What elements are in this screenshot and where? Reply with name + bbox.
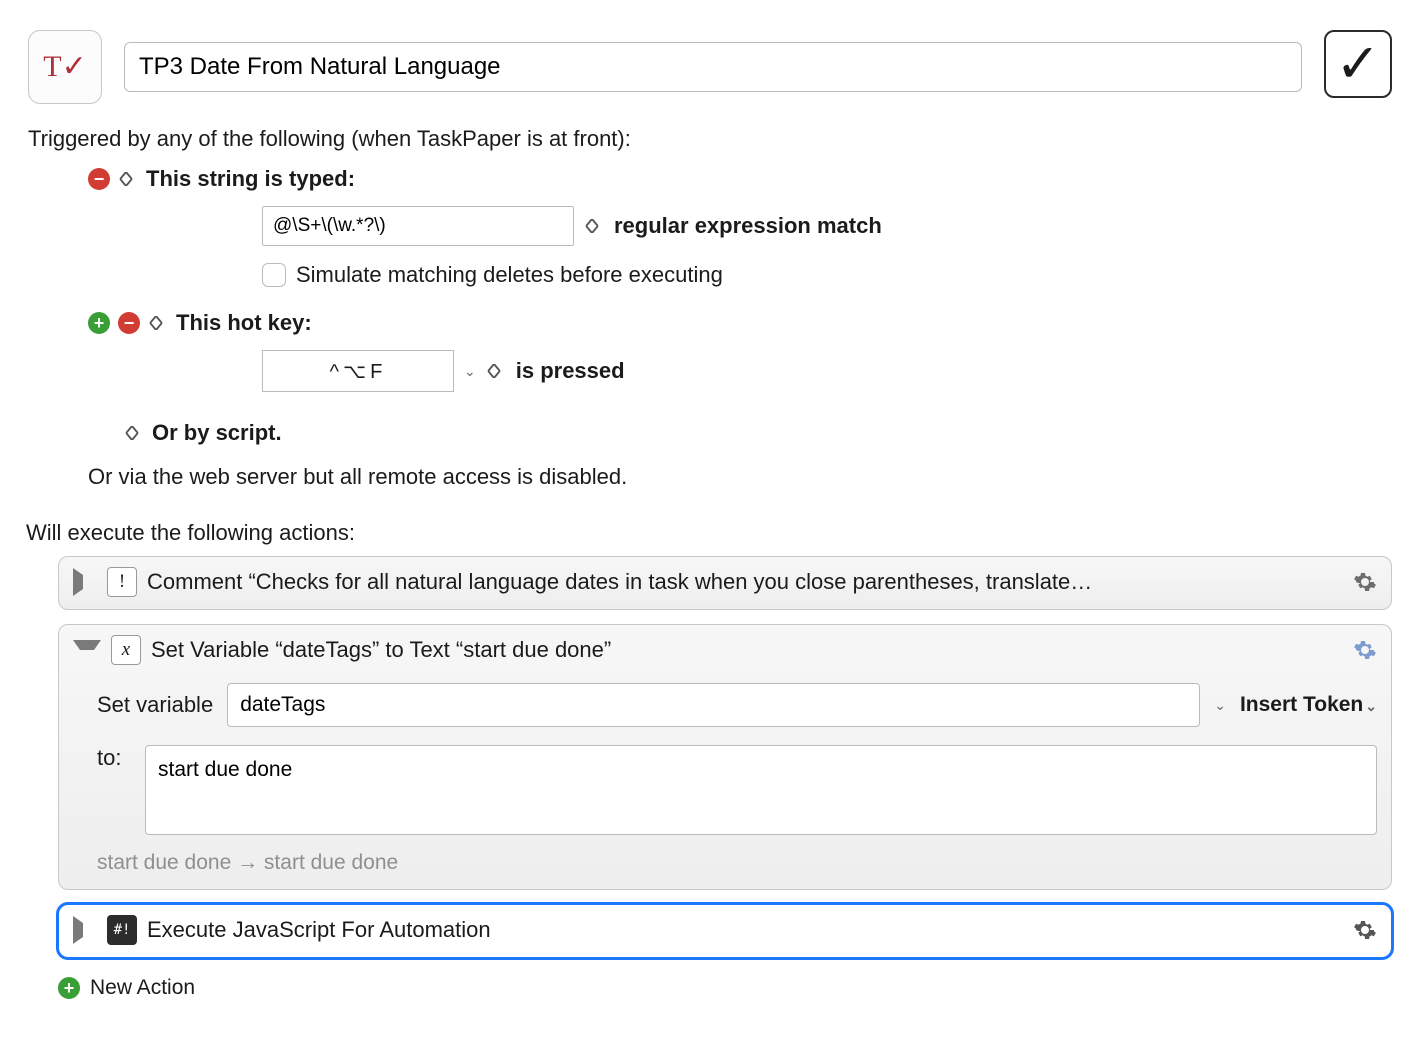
new-action-label: New Action — [90, 976, 195, 1000]
app-icon-glyph: T✓ — [43, 52, 86, 82]
action-title: Set Variable “dateTags” to Text “start d… — [151, 637, 1343, 663]
action-execute-jxa[interactable]: #! Execute JavaScript For Automation — [58, 904, 1392, 958]
variable-name-input[interactable] — [227, 683, 1200, 727]
simulate-deletes-label: Simulate matching deletes before executi… — [296, 262, 723, 288]
regex-input[interactable] — [262, 206, 574, 246]
set-variable-label: Set variable — [97, 692, 213, 718]
to-label: to: — [97, 745, 127, 771]
stepper-icon[interactable] — [124, 426, 140, 440]
hotkey-field[interactable]: ^⌥F — [262, 350, 454, 392]
regex-match-label[interactable]: regular expression match — [614, 213, 882, 239]
disclosure-right-icon[interactable] — [73, 568, 97, 596]
trigger-string-typed-label[interactable]: This string is typed: — [146, 166, 355, 192]
remove-trigger-button[interactable]: − — [118, 312, 140, 334]
or-by-script-label[interactable]: Or by script. — [152, 420, 282, 446]
script-icon: #! — [107, 915, 137, 945]
actions-intro: Will execute the following actions: — [26, 520, 1392, 546]
plus-icon: + — [58, 977, 80, 999]
stepper-icon[interactable] — [584, 219, 600, 233]
chevron-down-icon[interactable]: ⌄ — [1214, 697, 1226, 714]
triggers-intro: Triggered by any of the following (when … — [28, 126, 1392, 152]
add-trigger-button[interactable]: + — [88, 312, 110, 334]
enabled-toggle[interactable]: ✓ — [1324, 30, 1392, 98]
gear-timeout-icon[interactable] — [1353, 918, 1377, 942]
gear-icon[interactable] — [1353, 570, 1377, 594]
stepper-icon[interactable] — [148, 316, 164, 330]
is-pressed-label[interactable]: is pressed — [516, 358, 625, 384]
variable-preview: start due done → start due done — [97, 851, 1377, 875]
insert-token-button[interactable]: Insert Token⌄ — [1240, 693, 1377, 717]
action-set-variable[interactable]: x Set Variable “dateTags” to Text “start… — [58, 624, 1392, 890]
variable-icon: x — [111, 635, 141, 665]
remove-trigger-button[interactable]: − — [88, 168, 110, 190]
comment-icon: ! — [107, 567, 137, 597]
action-title: Execute JavaScript For Automation — [147, 917, 1343, 943]
simulate-deletes-checkbox[interactable] — [262, 263, 286, 287]
disclosure-right-icon[interactable] — [73, 916, 97, 944]
macro-name-input[interactable] — [124, 42, 1302, 92]
variable-value-input[interactable] — [145, 745, 1377, 835]
stepper-icon[interactable] — [118, 172, 134, 186]
action-comment[interactable]: ! Comment “Checks for all natural langua… — [58, 556, 1392, 610]
app-icon[interactable]: T✓ — [28, 30, 102, 104]
web-server-label: Or via the web server but all remote acc… — [88, 464, 1392, 490]
check-icon: ✓ — [1335, 37, 1380, 91]
action-title: Comment “Checks for all natural language… — [147, 569, 1343, 595]
stepper-icon[interactable] — [486, 364, 502, 378]
new-action-button[interactable]: + New Action — [58, 976, 1392, 1000]
gear-icon[interactable] — [1353, 638, 1377, 662]
trigger-hotkey-label[interactable]: This hot key: — [176, 310, 312, 336]
chevron-down-icon[interactable]: ⌄ — [464, 363, 476, 380]
disclosure-down-icon[interactable] — [73, 640, 101, 664]
